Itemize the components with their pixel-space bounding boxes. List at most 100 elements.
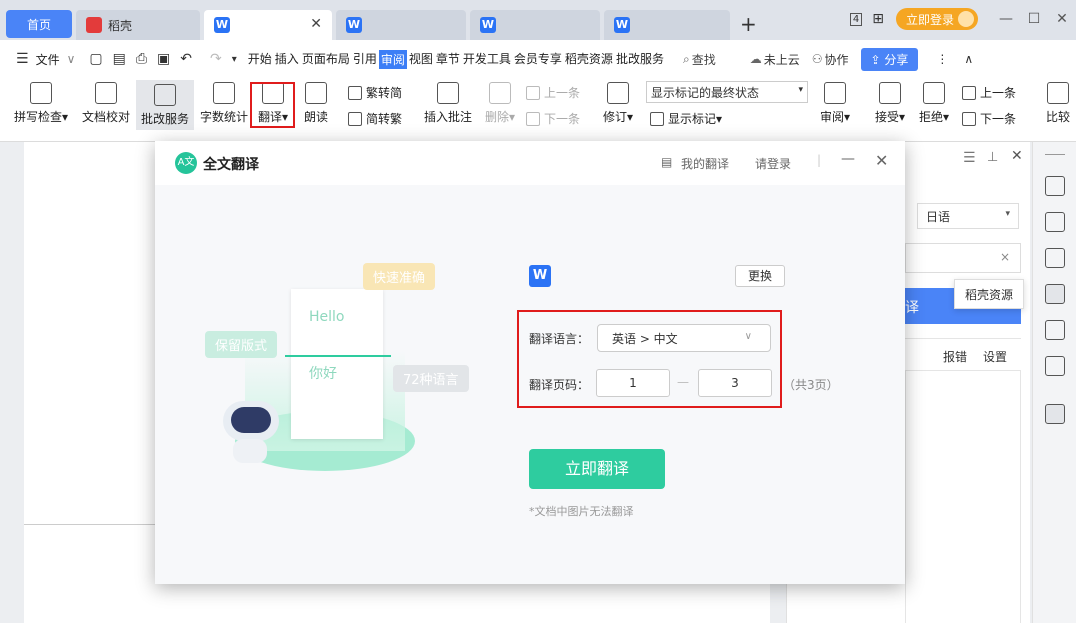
minimize-icon[interactable]: — (992, 11, 1020, 27)
word-count-button[interactable]: 字数统计 (198, 78, 250, 125)
translate-tool-icon[interactable] (1045, 404, 1065, 424)
panel-menu-icon[interactable]: ☰ (963, 150, 976, 166)
tab-document-active[interactable]: W ✕ (204, 10, 332, 40)
grid-icon[interactable]: ⊞ (872, 11, 884, 27)
spell-check-button[interactable]: 拼写检查▾ (10, 78, 72, 125)
new-tab-plus-icon[interactable]: + (740, 12, 757, 36)
panel-output-area (905, 370, 1021, 623)
hamburger-icon[interactable]: ☰ (16, 51, 29, 67)
word-count-icon (213, 82, 235, 104)
prev-change-button[interactable]: 上一条 (962, 84, 1016, 101)
dialog-login-link[interactable]: 请登录 (755, 155, 791, 172)
pen-icon[interactable] (1045, 176, 1065, 196)
accept-button[interactable]: 接受▾ (870, 78, 910, 125)
show-markup-label: 显示标记 (668, 112, 717, 126)
show-markup-button[interactable]: 显示标记 ▾ (650, 110, 722, 127)
tab-document-3[interactable]: W (470, 10, 600, 40)
export-icon[interactable]: ▤ (113, 51, 126, 67)
menu-section[interactable]: 章节 (435, 50, 461, 69)
menu-dev-tools[interactable]: 开发工具 (462, 50, 512, 69)
reject-button[interactable]: 拒绝▾ (914, 78, 954, 125)
start-translate-button[interactable]: 立即翻译 (529, 449, 665, 489)
tab-home-label: 首页 (26, 17, 51, 32)
close-tab-icon[interactable]: ✕ (310, 16, 322, 32)
menu-start[interactable]: 开始 (247, 50, 273, 69)
menu-reference[interactable]: 引用 (352, 50, 378, 69)
simp-to-trad-button[interactable]: 简转繁 (348, 110, 402, 127)
tab-document-2[interactable]: W (336, 10, 466, 40)
menu-view[interactable]: 视图 (408, 50, 434, 69)
trad-to-simp-button[interactable]: 繁转简 (348, 84, 402, 101)
lightning-icon[interactable] (1045, 320, 1065, 340)
file-menu[interactable]: 文件 (35, 51, 61, 68)
clear-icon[interactable]: × (1000, 250, 1010, 264)
panel-divider (905, 338, 1021, 339)
print-icon[interactable]: ⎙ (136, 51, 147, 67)
maximize-icon[interactable]: ☐ (1020, 11, 1048, 27)
page-from-input[interactable]: 1 (596, 369, 670, 397)
panel-settings-link[interactable]: 设置 (983, 348, 1007, 365)
pin-icon[interactable]: ⊥ (987, 150, 998, 165)
dialog-close-icon[interactable]: ✕ (875, 151, 888, 170)
menu-correction[interactable]: 批改服务 (615, 50, 665, 69)
cursor-icon[interactable] (1045, 212, 1065, 232)
redo-icon[interactable]: ↷ (210, 51, 222, 67)
writer-doc-icon: W (480, 17, 496, 33)
tab-docer[interactable]: 稻壳 (76, 10, 200, 40)
fast-accurate-text: 快速准确 (373, 271, 426, 286)
read-aloud-button[interactable]: 朗读 (298, 78, 334, 125)
collapse-ribbon-icon[interactable]: ∧ (964, 52, 973, 66)
show-markup-icon (650, 111, 664, 126)
close-window-icon[interactable]: ✕ (1048, 11, 1076, 27)
change-file-label: 更换 (747, 269, 772, 283)
sliders-icon[interactable] (1045, 248, 1065, 268)
prev-comment-button[interactable]: 上一条 (526, 84, 580, 101)
preview-icon[interactable]: ▣ (157, 51, 170, 67)
language-select[interactable]: 英语 > 中文 ∨ (597, 324, 771, 352)
target-language-select[interactable]: 日语 ▾ (917, 203, 1019, 229)
login-button[interactable]: 立即登录 (895, 8, 978, 30)
save-icon[interactable]: ▢ (89, 51, 102, 67)
menu-layout[interactable]: 页面布局 (301, 50, 351, 69)
panel-input[interactable]: × (905, 243, 1021, 273)
collab-button[interactable]: 协作 (824, 51, 848, 68)
my-translations-link[interactable]: 我的翻译 (681, 155, 729, 172)
report-error-link[interactable]: 报错 (943, 348, 967, 365)
translate-highlight-box (250, 82, 295, 128)
review-pane-button[interactable]: 审阅▾ (814, 78, 856, 125)
window-count-icon[interactable]: 4 (849, 12, 863, 26)
share-button[interactable]: ⇪ 分享 (860, 47, 919, 71)
revise-icon (607, 82, 629, 104)
history-icon[interactable]: ▤ (661, 155, 672, 169)
revise-button[interactable]: 修订▾ (598, 78, 638, 125)
delete-comment-button[interactable]: 删除▾ (480, 78, 520, 125)
book-icon[interactable] (1045, 356, 1065, 376)
insert-comment-button[interactable]: 插入批注 (420, 78, 476, 125)
markup-state-select[interactable]: 显示标记的最终状态 ▾ (646, 81, 808, 103)
next-comment-button[interactable]: 下一条 (526, 110, 580, 127)
menu-review[interactable]: 审阅 (378, 49, 407, 69)
search-label[interactable]: 查找 (692, 51, 716, 68)
correction-button[interactable]: 批改服务 (136, 80, 194, 130)
read-aloud-label: 朗读 (303, 110, 328, 124)
dialog-minimize-icon[interactable]: — (841, 151, 855, 167)
undo-icon[interactable]: ↶ (180, 51, 192, 67)
chevron-down-icon[interactable]: ∨ (67, 52, 76, 66)
docer-resources-icon[interactable] (1045, 284, 1065, 304)
close-panel-icon[interactable]: ✕ (1011, 148, 1023, 164)
tab-home[interactable]: 首页 (6, 10, 72, 38)
page-to-input[interactable]: 3 (698, 369, 772, 397)
more-options-icon[interactable]: ⋮ (936, 52, 948, 66)
more-dropdown-icon[interactable]: ▾ (232, 54, 237, 65)
cloud-status[interactable]: 未上云 (764, 51, 800, 68)
menu-member[interactable]: 会员专享 (513, 50, 563, 69)
menu-docer-resources[interactable]: 稻壳资源 (564, 50, 614, 69)
next-change-button[interactable]: 下一条 (962, 110, 1016, 127)
72-languages-bubble: 72种语言 (393, 365, 469, 392)
compare-button[interactable]: 比较 (1040, 78, 1076, 125)
change-file-button[interactable]: 更换 (735, 265, 785, 287)
doc-proof-button[interactable]: 文档校对 (78, 78, 134, 125)
tab-document-4[interactable]: W (604, 10, 730, 40)
menu-insert[interactable]: 插入 (274, 50, 300, 69)
search-icon[interactable]: ⌕ (683, 52, 690, 67)
